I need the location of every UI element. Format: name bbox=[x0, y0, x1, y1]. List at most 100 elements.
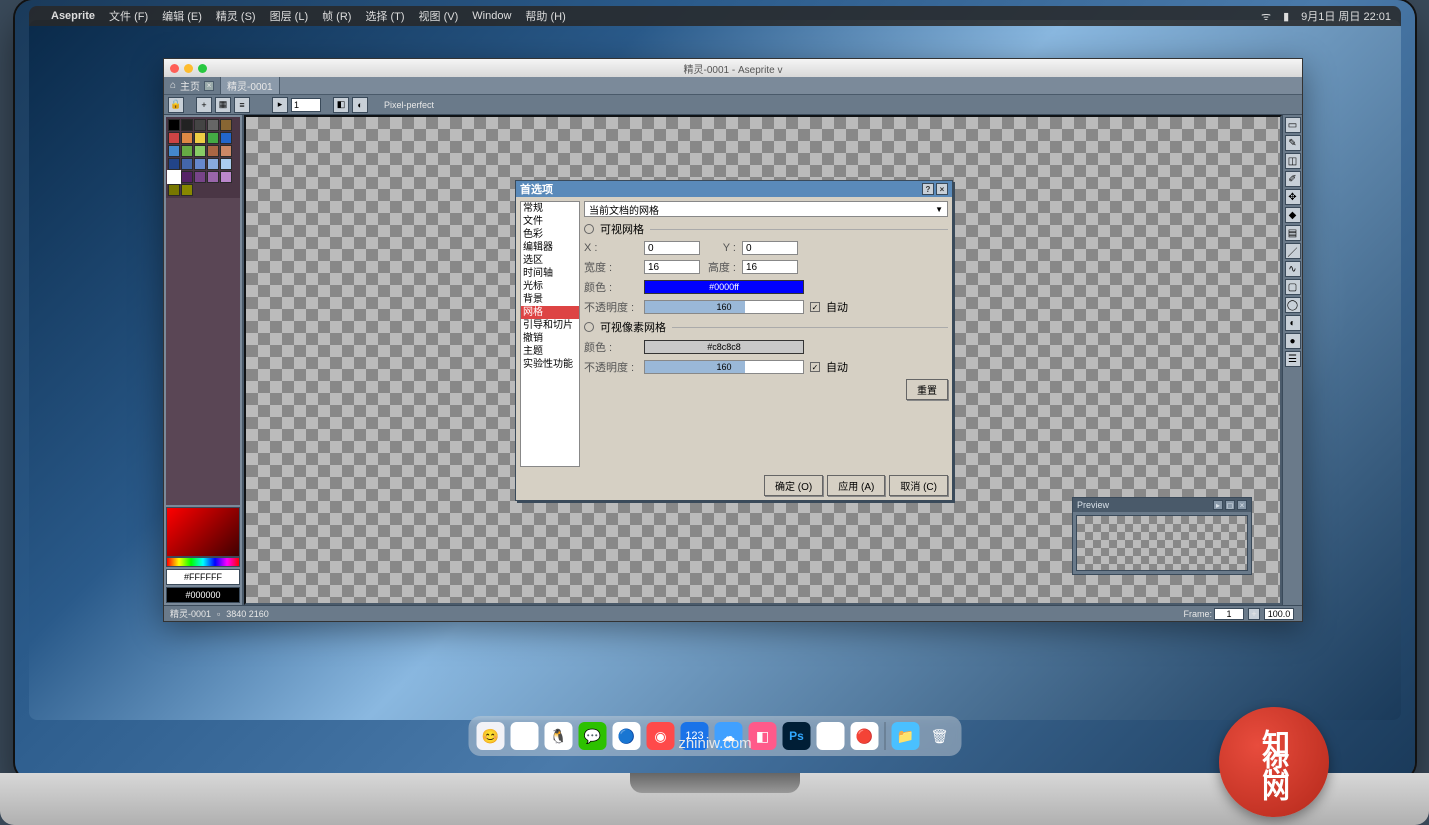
dialog-sidebar-item[interactable]: 时间轴 bbox=[521, 267, 579, 280]
dock-launchpad-icon[interactable]: ▦ bbox=[511, 722, 539, 750]
toolbar-brush-size-input[interactable] bbox=[291, 98, 321, 112]
toolbar-add-icon[interactable]: + bbox=[196, 97, 212, 113]
status-zoom-input[interactable] bbox=[1264, 608, 1294, 620]
menubar-app-name[interactable]: Aseprite bbox=[51, 10, 95, 22]
cancel-button[interactable]: 取消 (C) bbox=[889, 475, 948, 496]
palette-swatch[interactable] bbox=[181, 184, 193, 196]
palette-swatch[interactable] bbox=[168, 145, 180, 157]
ok-button[interactable]: 确定 (O) bbox=[764, 475, 823, 496]
dock-aseprite-icon[interactable]: ▫▫ bbox=[817, 722, 845, 750]
dialog-sidebar-item[interactable]: 编辑器 bbox=[521, 241, 579, 254]
palette-swatch[interactable] bbox=[181, 145, 193, 157]
pixel-grid-radio[interactable] bbox=[584, 322, 594, 332]
rect-icon[interactable]: ▢ bbox=[1285, 279, 1301, 295]
eraser-icon[interactable]: ◫ bbox=[1285, 153, 1301, 169]
pixel-grid-color-button[interactable]: #c8c8c8 bbox=[644, 340, 804, 354]
menubar-item-view[interactable]: 视图 (V) bbox=[419, 8, 459, 24]
grid-y-input[interactable] bbox=[742, 241, 798, 255]
palette-swatch[interactable] bbox=[168, 184, 180, 196]
palette-swatch[interactable] bbox=[194, 132, 206, 144]
palette-swatch[interactable] bbox=[168, 132, 180, 144]
dock-app3-icon[interactable]: ◧ bbox=[749, 722, 777, 750]
dialog-sidebar-item[interactable]: 撤销 bbox=[521, 332, 579, 345]
bucket-icon[interactable]: ◆ bbox=[1285, 207, 1301, 223]
dialog-sidebar-item[interactable]: 色彩 bbox=[521, 228, 579, 241]
preview-canvas[interactable] bbox=[1076, 515, 1248, 571]
palette-swatch[interactable] bbox=[194, 145, 206, 157]
window-minimize-button[interactable] bbox=[184, 64, 193, 73]
grid-width-input[interactable] bbox=[644, 260, 700, 274]
dialog-sidebar-item[interactable]: 引导和切片 bbox=[521, 319, 579, 332]
status-frame-input[interactable] bbox=[1214, 608, 1244, 620]
dialog-sidebar-item[interactable]: 文件 bbox=[521, 215, 579, 228]
pencil-icon[interactable]: ✎ bbox=[1285, 135, 1301, 151]
palette-swatch[interactable] bbox=[168, 171, 180, 183]
toolbar-lock-icon[interactable]: 🔒 bbox=[168, 97, 184, 113]
menubar-item-edit[interactable]: 编辑 (E) bbox=[162, 8, 202, 24]
dock-qq-icon[interactable]: 🐧 bbox=[545, 722, 573, 750]
dock-trash-icon[interactable]: 🗑 bbox=[926, 722, 954, 750]
palette-swatch[interactable] bbox=[181, 119, 193, 131]
dock-chrome2-icon[interactable]: 🔴 bbox=[851, 722, 879, 750]
apply-button[interactable]: 应用 (A) bbox=[827, 475, 885, 496]
dialog-sidebar-item[interactable]: 网格 bbox=[521, 306, 579, 319]
menubar-item-sprite[interactable]: 精灵 (S) bbox=[216, 8, 256, 24]
gradient-icon[interactable]: ▤ bbox=[1285, 225, 1301, 241]
reset-button[interactable]: 重置 bbox=[906, 379, 948, 400]
toolbar-brush-icon[interactable]: ▸ bbox=[272, 97, 288, 113]
bg-color-hex-field[interactable]: #000000 bbox=[166, 587, 240, 603]
hue-slider[interactable] bbox=[166, 557, 240, 567]
blur-icon[interactable]: ● bbox=[1285, 333, 1301, 349]
dialog-sidebar-item[interactable]: 背景 bbox=[521, 293, 579, 306]
palette-swatch[interactable] bbox=[181, 132, 193, 144]
dock-folder-icon[interactable]: 📁 bbox=[892, 722, 920, 750]
dialog-sidebar-item[interactable]: 实验性功能 bbox=[521, 358, 579, 371]
palette-swatch[interactable] bbox=[207, 171, 219, 183]
status-frame-add-icon[interactable]: + bbox=[1248, 608, 1260, 620]
tab-close-icon[interactable]: × bbox=[204, 81, 214, 91]
palette-swatch[interactable] bbox=[220, 119, 232, 131]
jumble-icon[interactable]: ☰ bbox=[1285, 351, 1301, 367]
palette-swatch[interactable] bbox=[207, 132, 219, 144]
palette-swatch[interactable] bbox=[220, 145, 232, 157]
palette-swatch[interactable] bbox=[220, 158, 232, 170]
window-maximize-button[interactable] bbox=[198, 64, 207, 73]
palette-swatch[interactable] bbox=[220, 132, 232, 144]
contour-icon[interactable]: ◐ bbox=[1285, 315, 1301, 331]
dialog-sidebar-item[interactable]: 选区 bbox=[521, 254, 579, 267]
tab-home[interactable]: ⌂ 主页 × bbox=[164, 77, 221, 94]
menubar-item-select[interactable]: 选择 (T) bbox=[365, 8, 404, 24]
dock-photoshop-icon[interactable]: Ps bbox=[783, 722, 811, 750]
toolbar-pixel-perfect-label[interactable]: Pixel-perfect bbox=[384, 100, 434, 110]
dialog-close-icon[interactable]: × bbox=[936, 183, 948, 195]
dialog-sidebar-item[interactable]: 常规 bbox=[521, 202, 579, 215]
ellipse-icon[interactable]: ◯ bbox=[1285, 297, 1301, 313]
preview-center-icon[interactable]: ◻ bbox=[1225, 500, 1235, 510]
palette-swatch[interactable] bbox=[194, 171, 206, 183]
palette-swatch[interactable] bbox=[220, 171, 232, 183]
palette-swatch[interactable] bbox=[194, 158, 206, 170]
palette-swatch[interactable] bbox=[207, 145, 219, 157]
menubar-item-file[interactable]: 文件 (F) bbox=[109, 8, 148, 24]
grid-color-button[interactable]: #0000ff bbox=[644, 280, 804, 294]
grid-scope-dropdown[interactable]: 当前文档的网格 ▼ bbox=[584, 201, 948, 217]
toolbar-options-icon[interactable]: ▦ bbox=[215, 97, 231, 113]
dock-app1-icon[interactable]: ◉ bbox=[647, 722, 675, 750]
pixel-opacity-slider[interactable]: 160 bbox=[644, 360, 804, 374]
pixel-auto-checkbox[interactable] bbox=[810, 362, 820, 372]
grid-x-input[interactable] bbox=[644, 241, 700, 255]
color-preview-box[interactable] bbox=[166, 507, 240, 557]
curve-icon[interactable]: ∿ bbox=[1285, 261, 1301, 277]
menubar-wifi-icon[interactable]: ᯤ bbox=[1261, 9, 1271, 24]
menubar-datetime[interactable]: 9月1日 周日 22:01 bbox=[1301, 8, 1391, 24]
menubar-item-window[interactable]: Window bbox=[472, 10, 511, 22]
line-icon[interactable]: ／ bbox=[1285, 243, 1301, 259]
palette-swatch[interactable] bbox=[207, 119, 219, 131]
palette-swatch[interactable] bbox=[207, 158, 219, 170]
menubar-item-help[interactable]: 帮助 (H) bbox=[525, 8, 565, 24]
grid-opacity-slider[interactable]: 160 bbox=[644, 300, 804, 314]
palette-swatch[interactable] bbox=[168, 158, 180, 170]
grid-auto-checkbox[interactable] bbox=[810, 302, 820, 312]
dock-wechat-icon[interactable]: 💬 bbox=[579, 722, 607, 750]
move-icon[interactable]: ✥ bbox=[1285, 189, 1301, 205]
